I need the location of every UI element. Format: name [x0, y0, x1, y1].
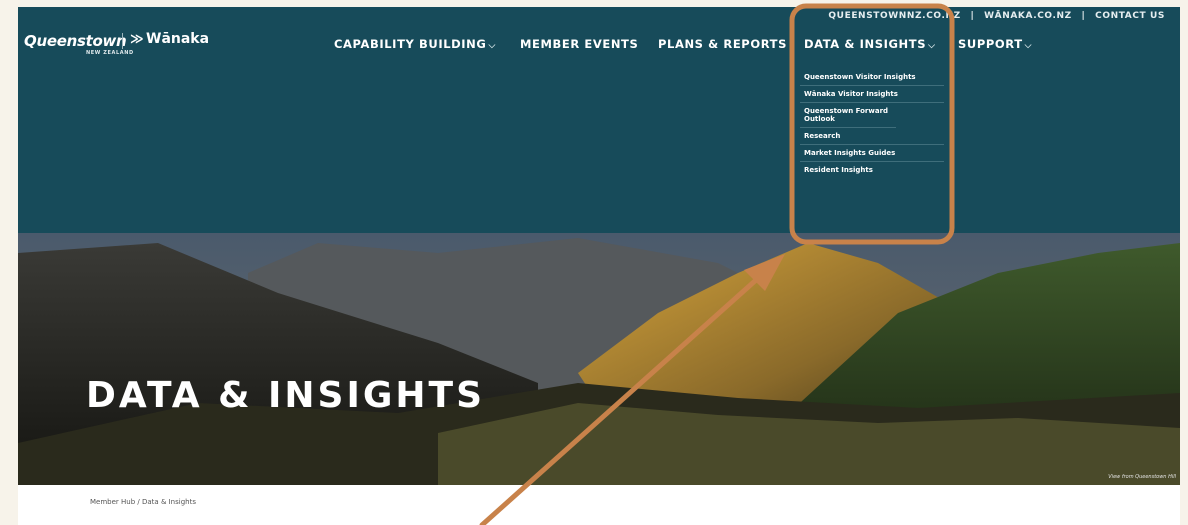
- logo-new-zealand: NEW ZEALAND: [86, 50, 134, 56]
- dropdown-item-queenstown-visitor-insights[interactable]: Queenstown Visitor Insights: [800, 69, 944, 86]
- nav-capability-building[interactable]: CAPABILITY BUILDING ⌵: [334, 37, 496, 51]
- browser-page: QUEENSTOWNNZ.CO.NZ | WĀNAKA.CO.NZ | CONT…: [18, 7, 1180, 525]
- dropdown-item-queenstown-forward-outlook[interactable]: Queenstown Forward Outlook: [800, 103, 896, 128]
- breadcrumb-separator: /: [137, 498, 140, 506]
- nav-label: PLANS & REPORTS: [658, 37, 787, 51]
- logo-wanaka: Wānaka: [146, 31, 210, 47]
- utility-separator: |: [1081, 11, 1086, 21]
- nav-plans-reports[interactable]: PLANS & REPORTS: [658, 37, 787, 51]
- dropdown-item-wanaka-visitor-insights[interactable]: Wānaka Visitor Insights: [800, 86, 944, 103]
- utility-link-contact[interactable]: CONTACT US: [1095, 11, 1165, 21]
- utility-link-wanaka[interactable]: WĀNAKA.CO.NZ: [984, 11, 1072, 21]
- nav-label: CAPABILITY BUILDING: [334, 37, 487, 51]
- nav-member-events[interactable]: MEMBER EVENTS: [520, 37, 638, 51]
- utility-separator: |: [970, 11, 975, 21]
- data-insights-dropdown: Queenstown Visitor Insights Wānaka Visit…: [800, 69, 944, 178]
- mountain-landscape-image: [18, 233, 1180, 485]
- site-logo[interactable]: Queenstown NEW ZEALAND ≫ Wānaka: [24, 31, 209, 56]
- nav-label: MEMBER EVENTS: [520, 37, 639, 51]
- utility-link-queenstown[interactable]: QUEENSTOWNNZ.CO.NZ: [828, 11, 960, 21]
- nav-label: SUPPORT: [958, 37, 1023, 51]
- dropdown-item-research[interactable]: Research: [800, 128, 944, 145]
- dropdown-item-market-insights-guides[interactable]: Market Insights Guides: [800, 145, 944, 162]
- chevron-down-icon: ⌵: [928, 41, 936, 51]
- site-header: QUEENSTOWNNZ.CO.NZ | WĀNAKA.CO.NZ | CONT…: [18, 7, 1180, 233]
- logo-divider: [122, 33, 123, 49]
- utility-nav: QUEENSTOWNNZ.CO.NZ | WĀNAKA.CO.NZ | CONT…: [825, 11, 1168, 21]
- breadcrumb-link-member-hub[interactable]: Member Hub: [90, 498, 135, 506]
- chevron-down-icon: ⌵: [1024, 41, 1033, 51]
- logo-queenstown: Queenstown: [24, 32, 127, 50]
- hero-banner: DATA & INSIGHTS View from Queenstown Hil…: [18, 233, 1180, 485]
- nav-data-insights[interactable]: DATA & INSIGHTS ⌵: [804, 37, 936, 51]
- breadcrumb-current: Data & Insights: [142, 498, 196, 506]
- chevron-down-icon: ⌵: [488, 41, 496, 51]
- nav-support[interactable]: SUPPORT ⌵: [958, 37, 1032, 51]
- dropdown-item-resident-insights[interactable]: Resident Insights: [800, 162, 944, 178]
- image-caption: View from Queenstown Hill: [1108, 474, 1176, 480]
- logo-wanaka-mark-icon: ≫: [130, 32, 144, 47]
- nav-label: DATA & INSIGHTS: [804, 37, 927, 51]
- breadcrumb: Member Hub / Data & Insights: [90, 498, 196, 506]
- page-title: DATA & INSIGHTS: [86, 375, 486, 416]
